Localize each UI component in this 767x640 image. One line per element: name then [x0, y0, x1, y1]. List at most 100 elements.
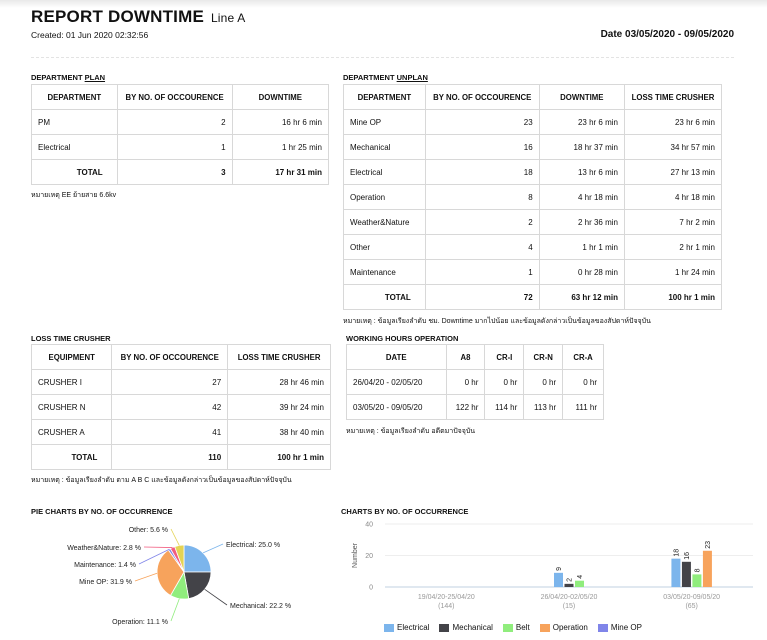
legend-label: Belt [515, 623, 530, 632]
table-cell: Weather&Nature [343, 209, 426, 235]
working-section-title: WORKING HOURS OPERATION [346, 334, 459, 343]
working-header-cell: CR-N [523, 344, 564, 370]
table-cell: Mine OP [343, 109, 426, 135]
total-cell: 72 [424, 284, 540, 310]
legend-item-belt[interactable]: Belt [502, 623, 530, 632]
bar-mechanical[interactable] [681, 561, 691, 587]
legend-swatch [502, 623, 513, 632]
total-cell: 100 hr 1 min [227, 444, 331, 470]
table-cell: 27 hr 13 min [624, 159, 722, 185]
legend-item-operation[interactable]: Operation [539, 623, 588, 632]
loss-header-row: EQUIPMENT BY NO. OF OCCOURENCE LOSS TIME… [30, 344, 331, 370]
unplan-table: DEPARTMENT BY NO. OF OCCOURENCE DOWNTIME… [343, 84, 722, 310]
unplan-title-prefix: DEPARTMENT [343, 73, 397, 82]
loss-header-cell: BY NO. OF OCCOURENCE [111, 344, 229, 370]
created-timestamp: Created: 01 Jun 2020 02:32:56 [31, 30, 149, 40]
bar-belt[interactable] [692, 574, 702, 587]
table-cell: 03/05/20 - 09/05/20 [346, 394, 447, 420]
plan-title-underlined: PLAN [84, 73, 106, 82]
legend-label: Mine OP [610, 623, 642, 632]
bar-section-title: CHARTS BY NO. OF OCCURRENCE [341, 507, 469, 516]
table-cell: Electrical [343, 159, 426, 185]
x-tick-count: (65) [685, 603, 697, 610]
table-row: Mechanical 16 18 hr 37 min 34 hr 57 min [343, 134, 722, 160]
table-cell: 13 hr 6 min [538, 159, 626, 185]
unplan-header-row: DEPARTMENT BY NO. OF OCCOURENCE DOWNTIME… [343, 84, 722, 110]
y-axis-title: Number [352, 542, 359, 568]
table-row: 26/04/20 - 02/05/20 0 hr 0 hr 0 hr 0 hr [346, 369, 604, 395]
pie-label: Mine OP: 31.9 % [79, 579, 132, 586]
y-tick-label: 0 [369, 585, 373, 592]
total-cell: 17 hr 31 min [231, 159, 330, 185]
table-cell: 4 [424, 234, 540, 260]
loss-header-cell: EQUIPMENT [30, 344, 113, 370]
legend-item-mine-op[interactable]: Mine OP [597, 623, 642, 632]
table-cell: 114 hr [484, 394, 525, 420]
table-row: Electrical 1 1 hr 25 min [31, 134, 330, 160]
legend-item-electrical[interactable]: Electrical [384, 623, 429, 632]
table-cell: 39 hr 24 min [227, 394, 331, 420]
bar-data-label: 2 [567, 578, 574, 582]
plan-note: หมายเหตุ EE ย้ายสาย 6.6kv [31, 192, 117, 199]
y-tick-label: 20 [365, 553, 373, 560]
table-cell: Other [343, 234, 426, 260]
table-cell: CRUSHER A [30, 419, 113, 445]
table-cell: 1 [424, 259, 540, 285]
table-cell: 2 [116, 109, 233, 135]
table-row: Mine OP 23 23 hr 6 min 23 hr 6 min [343, 109, 722, 135]
report-line-name: Line A [210, 11, 246, 25]
loss-section-title: LOSS TIME CRUSHER [31, 334, 111, 343]
table-cell: 1 hr 24 min [624, 259, 722, 285]
table-cell: 18 [424, 159, 540, 185]
working-header-cell: CR-A [562, 344, 604, 370]
x-tick-label: 26/04/20-02/05/20 [541, 594, 598, 601]
table-cell: 27 [111, 369, 229, 395]
bar-mechanical[interactable] [564, 583, 574, 587]
bar-electrical[interactable] [671, 558, 681, 587]
pie-connector [204, 589, 228, 606]
table-cell: 0 hr [562, 369, 604, 395]
bar-operation[interactable] [702, 550, 712, 587]
total-row: TOTAL 110 100 hr 1 min [30, 444, 331, 470]
total-label: TOTAL [343, 284, 426, 310]
bar-belt[interactable] [575, 580, 584, 587]
total-label: TOTAL [31, 159, 118, 185]
table-cell: 0 hr [445, 369, 486, 395]
table-cell: 42 [111, 394, 229, 420]
x-tick-label: 03/05/20-09/05/20 [663, 594, 720, 601]
pie-chart: Electrical: 25.0 % Mechanical: 22.2 % Oper… [67, 527, 291, 626]
pie-connector [170, 598, 180, 622]
plan-header-row: DEPARTMENT BY NO. OF OCCOURENCE DOWNTIME [31, 84, 330, 110]
plan-section-title: DEPARTMENT PLAN [31, 73, 105, 82]
table-cell: 1 hr 25 min [231, 134, 330, 160]
plan-title-prefix: DEPARTMENT [31, 73, 85, 82]
working-header-cell: A8 [445, 344, 486, 370]
pie-connector [143, 546, 173, 548]
legend-label: Operation [552, 623, 588, 632]
pie-label: Other: 5.6 % [129, 527, 168, 534]
bar-data-label: 23 [705, 541, 712, 549]
table-row: CRUSHER N 42 39 hr 24 min [30, 394, 331, 420]
loss-header-cell: LOSS TIME CRUSHER [227, 344, 331, 370]
table-cell: 4 hr 18 min [624, 184, 722, 210]
plan-header-cell: DOWNTIME [231, 84, 330, 110]
table-cell: 2 [424, 209, 540, 235]
plan-table: DEPARTMENT BY NO. OF OCCOURENCE DOWNTIME… [31, 84, 330, 185]
table-cell: 8 [424, 184, 540, 210]
table-cell: 26/04/20 - 02/05/20 [346, 369, 447, 395]
bar-electrical[interactable] [554, 572, 563, 587]
table-cell: 4 hr 18 min [538, 184, 626, 210]
table-cell: Maintenance [343, 259, 426, 285]
x-tick-count: (15) [563, 603, 575, 610]
bar-data-label: 9 [556, 567, 563, 571]
report-title: REPORT DOWNTIME Line A [31, 7, 246, 27]
table-cell: 111 hr [562, 394, 604, 420]
report-title-text: REPORT DOWNTIME [31, 7, 204, 26]
table-cell: 23 [424, 109, 540, 135]
pie-label: Electrical: 25.0 % [226, 542, 280, 549]
bar-data-label: 18 [673, 549, 680, 557]
legend-item-mechanical[interactable]: Mechanical [439, 623, 493, 632]
pie-slice-electrical[interactable] [183, 544, 212, 573]
table-cell: 16 [424, 134, 540, 160]
table-row: 03/05/20 - 09/05/20 122 hr 114 hr 113 hr… [346, 394, 604, 420]
